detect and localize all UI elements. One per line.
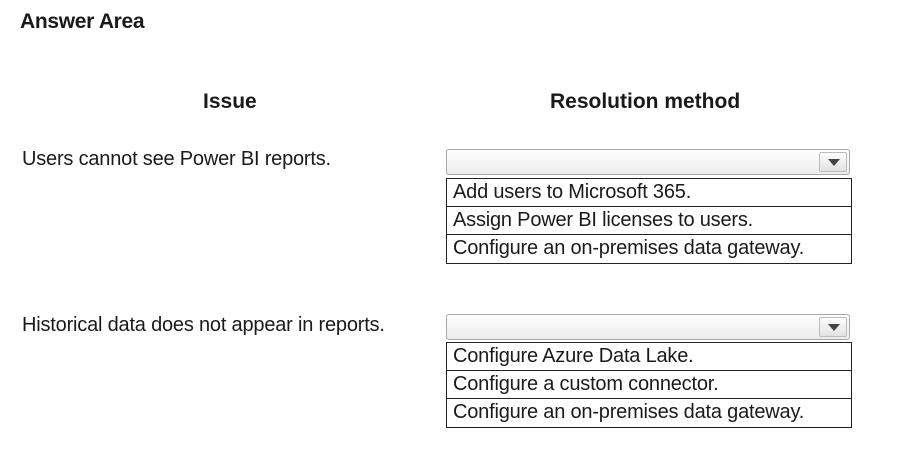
resolution-options-1: Add users to Microsoft 365. Assign Power… — [446, 178, 852, 264]
resolution-dropdown-1[interactable] — [446, 149, 850, 175]
resolution-column-header: Resolution method — [550, 90, 741, 113]
chevron-down-icon — [828, 159, 840, 166]
dropdown-option[interactable]: Configure an on-premises data gateway. — [447, 399, 851, 427]
resolution-dropdown-2[interactable] — [446, 314, 850, 340]
dropdown-toggle-button[interactable] — [819, 317, 847, 337]
dropdown-option[interactable]: Assign Power BI licenses to users. — [447, 207, 851, 235]
dropdown-option[interactable]: Configure an on-premises data gateway. — [447, 235, 851, 263]
dropdown-option[interactable]: Configure a custom connector. — [447, 371, 851, 399]
dropdown-toggle-button[interactable] — [819, 152, 847, 172]
issue-text-1: Users cannot see Power BI reports. — [22, 148, 331, 170]
chevron-down-icon — [828, 324, 840, 331]
dropdown-option[interactable]: Configure Azure Data Lake. — [447, 343, 851, 371]
dropdown-option[interactable]: Add users to Microsoft 365. — [447, 179, 851, 207]
resolution-options-2: Configure Azure Data Lake. Configure a c… — [446, 342, 852, 428]
answer-area-title: Answer Area — [20, 10, 145, 33]
issue-column-header: Issue — [203, 90, 257, 113]
issue-text-2: Historical data does not appear in repor… — [22, 314, 385, 336]
